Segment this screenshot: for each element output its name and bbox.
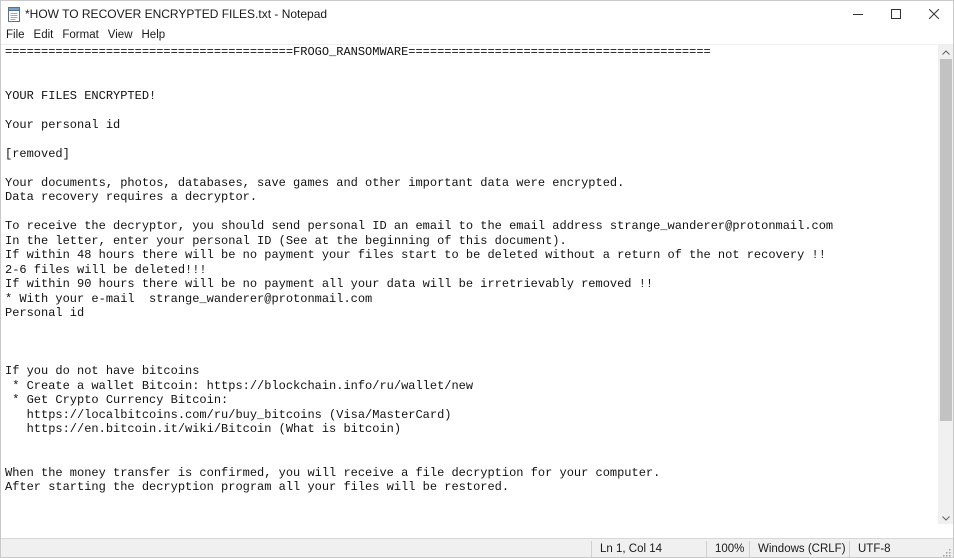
text-line: Your personal id bbox=[5, 117, 121, 132]
menu-format[interactable]: Format bbox=[57, 27, 102, 43]
text-editor[interactable]: ========================================… bbox=[1, 44, 937, 525]
text-line bbox=[5, 451, 937, 466]
text-line: [removed] bbox=[5, 146, 70, 161]
text-line: Your documents, photos, databases, save … bbox=[5, 175, 625, 190]
text-line bbox=[5, 103, 937, 118]
text-line: If within 48 hours there will be no paym… bbox=[5, 248, 826, 262]
text-line bbox=[5, 161, 937, 176]
close-button[interactable] bbox=[915, 1, 953, 29]
text-line: After starting the decryption program al… bbox=[5, 480, 510, 494]
text-line: * Get Crypto Currency Bitcoin: bbox=[5, 393, 229, 407]
status-divider bbox=[749, 541, 750, 557]
editor-content[interactable]: ========================================… bbox=[1, 45, 937, 495]
status-divider bbox=[591, 541, 592, 557]
text-line: https://localbitcoins.com/ru/buy_bitcoin… bbox=[5, 407, 452, 422]
menu-bar: File Edit Format View Help bbox=[1, 27, 953, 43]
text-line: In the letter, enter your personal ID (S… bbox=[5, 233, 567, 248]
status-divider bbox=[849, 541, 850, 557]
line-ending: Windows (CRLF) bbox=[758, 543, 846, 555]
window-title: *HOW TO RECOVER ENCRYPTED FILES.txt - No… bbox=[25, 7, 328, 21]
menu-view[interactable]: View bbox=[103, 27, 137, 43]
text-line: * With your e-mail strange_wanderer@prot… bbox=[5, 291, 373, 306]
maximize-button[interactable] bbox=[877, 1, 915, 29]
text-line: Personal id bbox=[5, 306, 85, 320]
notepad-icon[interactable] bbox=[8, 7, 21, 22]
text-line bbox=[5, 205, 937, 220]
status-divider bbox=[706, 541, 707, 557]
scroll-down-button[interactable] bbox=[938, 508, 953, 526]
scroll-down-arrow-icon bbox=[942, 508, 950, 526]
menu-edit[interactable]: Edit bbox=[29, 27, 58, 43]
text-line: 2-6 files will be deleted!!! bbox=[5, 262, 207, 277]
vertical-scrollbar[interactable] bbox=[938, 42, 953, 526]
minimize-button[interactable] bbox=[839, 1, 877, 29]
text-line: ========================================… bbox=[5, 45, 711, 59]
text-line bbox=[5, 60, 937, 75]
text-line: If within 90 hours there will be no paym… bbox=[5, 277, 654, 291]
notepad-window: *HOW TO RECOVER ENCRYPTED FILES.txt - No… bbox=[0, 0, 954, 558]
encoding: UTF-8 bbox=[858, 543, 891, 555]
menu-help[interactable]: Help bbox=[137, 27, 170, 43]
text-line: YOUR FILES ENCRYPTED! bbox=[5, 88, 157, 103]
close-icon bbox=[928, 6, 940, 24]
minimize-icon bbox=[853, 6, 863, 24]
zoom-level: 100% bbox=[715, 543, 745, 555]
scroll-up-arrow-icon bbox=[942, 42, 950, 60]
text-line bbox=[5, 321, 937, 336]
text-line: https://en.bitcoin.it/wiki/Bitcoin (What… bbox=[5, 422, 402, 436]
text-line bbox=[5, 132, 937, 147]
maximize-icon bbox=[891, 6, 901, 24]
text-line: When the money transfer is confirmed, yo… bbox=[5, 465, 661, 480]
scrollbar-thumb[interactable] bbox=[940, 59, 952, 421]
text-line bbox=[5, 74, 937, 89]
text-line: Data recovery requires a decryptor. bbox=[5, 190, 258, 204]
text-line bbox=[5, 350, 937, 365]
text-line: If you do not have bitcoins bbox=[5, 364, 200, 378]
text-line: To receive the decryptor, you should sen… bbox=[5, 219, 834, 233]
text-line bbox=[5, 437, 937, 452]
title-bar[interactable]: *HOW TO RECOVER ENCRYPTED FILES.txt - No… bbox=[1, 1, 953, 29]
scroll-up-button[interactable] bbox=[938, 42, 953, 60]
status-bar: Ln 1, Col 14 100% Windows (CRLF) UTF-8 bbox=[1, 538, 953, 557]
menu-file[interactable]: File bbox=[1, 27, 29, 43]
cursor-position: Ln 1, Col 14 bbox=[600, 543, 663, 555]
resize-grip-icon[interactable] bbox=[941, 547, 951, 557]
text-line bbox=[5, 335, 937, 350]
text-line: * Create a wallet Bitcoin: https://block… bbox=[5, 378, 474, 393]
